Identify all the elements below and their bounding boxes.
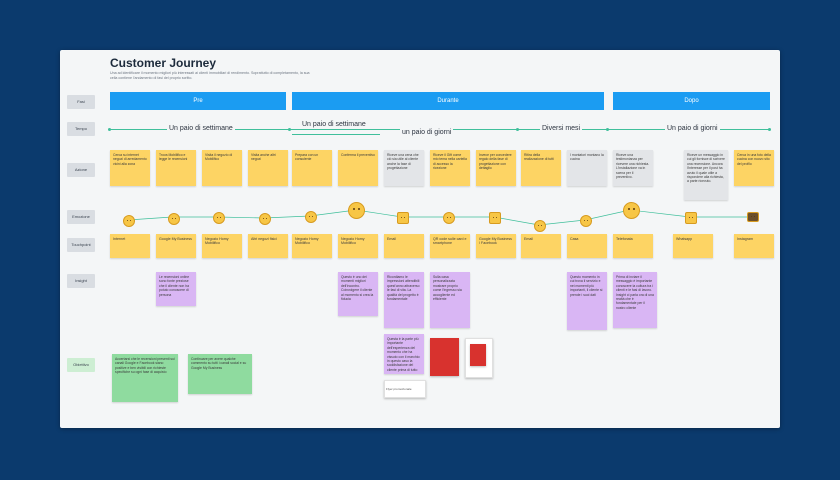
touchpoint-note[interactable]: Casa bbox=[567, 234, 607, 258]
insight-note[interactable]: Prima di inviare il messaggio è importan… bbox=[613, 272, 657, 328]
journey-board: Customer Journey Una ad identificare il … bbox=[60, 50, 780, 428]
insight-note[interactable]: Questo momento in cui trova il servizio … bbox=[567, 272, 607, 330]
objective-note[interactable]: Accertarsi che le recensioni presenti su… bbox=[112, 354, 178, 402]
emoji-smile-icon bbox=[580, 215, 592, 227]
touchpoint-note[interactable]: Whatsapp bbox=[673, 234, 713, 258]
thumbs-up-icon bbox=[685, 212, 697, 224]
emoji-smile-icon bbox=[305, 211, 317, 223]
touchpoint-note[interactable]: Instagram bbox=[734, 234, 774, 258]
insight-note[interactable]: Questo è uno dei momenti migliori dell'i… bbox=[338, 272, 378, 316]
touchpoint-note[interactable]: Altri negozi fisici bbox=[248, 234, 288, 258]
insight-note[interactable]: Sulla casa personalizzata mostrare propr… bbox=[430, 272, 470, 328]
touchpoint-note[interactable]: Telefonata bbox=[613, 234, 653, 258]
touchpoint-note[interactable]: Email bbox=[384, 234, 424, 258]
emoji-neutral-icon bbox=[123, 215, 135, 227]
emoji-star-eyes-icon bbox=[348, 202, 365, 219]
touchpoint-note[interactable]: Email bbox=[521, 234, 561, 258]
objective-note[interactable]: Continuare per avere qualche commento su… bbox=[188, 354, 252, 394]
touchpoint-note[interactable]: Negozio Homy Mobilifico bbox=[338, 234, 378, 258]
touchpoint-note[interactable]: Internet bbox=[110, 234, 150, 258]
emoji-smile-icon bbox=[443, 212, 455, 224]
thumbnail-caption: Flyer promozionale bbox=[386, 387, 412, 391]
emoji-smile-icon bbox=[213, 212, 225, 224]
insight-note[interactable]: Ricordiamo le impressioni attendibili qu… bbox=[384, 272, 424, 328]
camera-icon bbox=[747, 212, 759, 222]
emoji-neutral-icon bbox=[259, 213, 271, 225]
emoji-star-eyes-icon bbox=[623, 202, 640, 219]
emoji-neutral-icon bbox=[534, 220, 546, 232]
flyer-thumbnail[interactable] bbox=[470, 344, 486, 366]
writing-hand-icon bbox=[489, 212, 501, 224]
touchpoint-note[interactable]: Google My Business bbox=[156, 234, 196, 258]
touchpoint-note[interactable]: Negozio Homy Mobilifico bbox=[292, 234, 332, 258]
emoji-smile-icon bbox=[168, 213, 180, 225]
touchpoint-note[interactable]: Google My Business / Facebook bbox=[476, 234, 516, 258]
touchpoint-note[interactable]: QR code sulle card e smartphone bbox=[430, 234, 470, 258]
thumbs-up-icon bbox=[397, 212, 409, 224]
flyer-thumbnail[interactable] bbox=[430, 338, 459, 376]
touchpoint-note[interactable]: Negozio Homy Mobilifico bbox=[202, 234, 242, 258]
insight-note[interactable]: Questa è la parte più importante dell'es… bbox=[384, 334, 424, 374]
insight-note[interactable]: Le recensioni online sono fonte preziose… bbox=[156, 272, 196, 306]
